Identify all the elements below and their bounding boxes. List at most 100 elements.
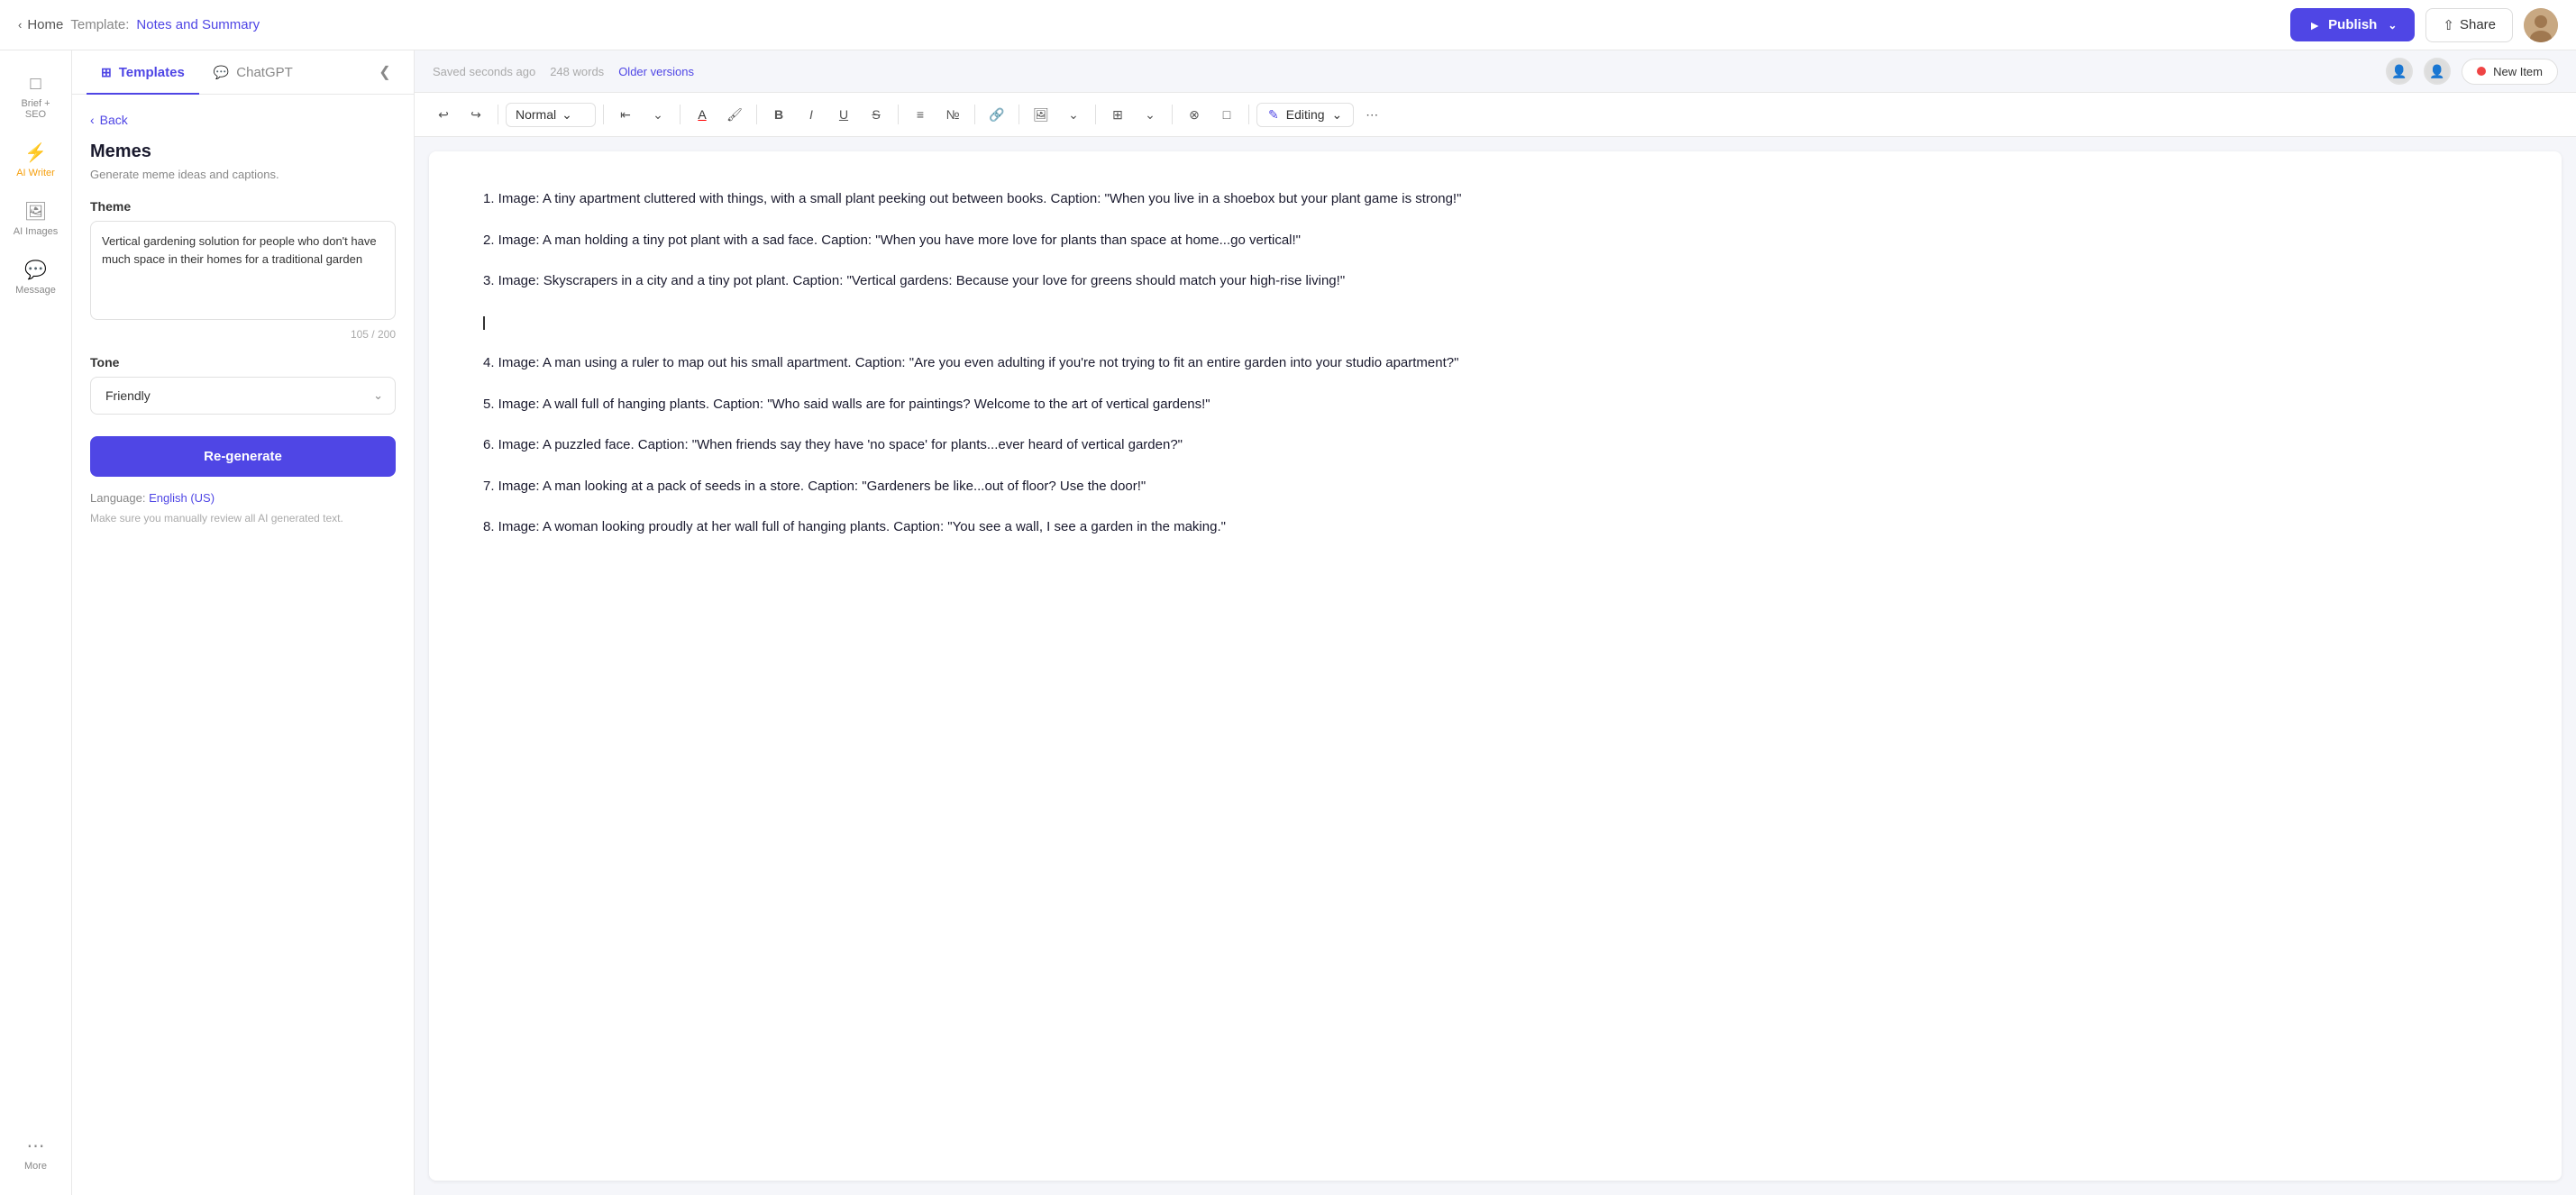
- back-link[interactable]: ‹ Back: [90, 113, 396, 127]
- table-button[interactable]: ⊞: [1103, 100, 1132, 129]
- older-versions-link[interactable]: Older versions: [618, 65, 694, 78]
- italic-button[interactable]: I: [797, 100, 826, 129]
- chatgpt-tab-icon: 💬: [214, 65, 229, 80]
- tone-select[interactable]: Friendly Humorous Professional Casual Sa…: [90, 377, 396, 415]
- top-bar-left: ‹ Home Template: Notes and Summary: [18, 17, 260, 32]
- align-options-button[interactable]: ⌄: [644, 100, 672, 129]
- language-note: Language: English (US): [90, 491, 396, 505]
- toolbar-divider-8: [1095, 105, 1096, 124]
- back-label: Back: [100, 113, 128, 127]
- sidebar-item-message[interactable]: 💬 Message: [5, 250, 68, 305]
- image-button[interactable]: 🖼: [1027, 100, 1055, 129]
- sidebar-item-ai-writer[interactable]: ⚡ AI Writer: [5, 132, 68, 187]
- paragraph-3: 3. Image: Skyscrapers in a city and a ti…: [483, 269, 2507, 293]
- strikethrough-button[interactable]: S: [862, 100, 891, 129]
- publish-button[interactable]: ► Publish ⌄: [2290, 8, 2415, 41]
- sidebar-item-more[interactable]: ⋯ More: [5, 1126, 68, 1181]
- editor-meta: Saved seconds ago 248 words Older versio…: [433, 65, 694, 78]
- style-select[interactable]: Normal ⌄: [506, 103, 596, 127]
- top-bar-right: ► Publish ⌄ ⇧ Share: [2290, 8, 2558, 42]
- toolbar-divider-10: [1248, 105, 1249, 124]
- avatar[interactable]: [2524, 8, 2558, 42]
- editor-area: Saved seconds ago 248 words Older versio…: [415, 50, 2576, 1195]
- paragraph-4: 4. Image: A man using a ruler to map out…: [483, 351, 2507, 375]
- word-count: 248 words: [550, 65, 604, 78]
- panel: ⊞ Templates 💬 ChatGPT ❮ ‹ Back Memes Gen…: [72, 50, 415, 1195]
- more-options-button[interactable]: ⋯: [1357, 100, 1386, 129]
- style-label: Normal: [516, 107, 556, 122]
- sidebar-item-ai-images[interactable]: 🖼 AI Images: [5, 191, 68, 246]
- bold-button[interactable]: B: [764, 100, 793, 129]
- disclaimer: Make sure you manually review all AI gen…: [90, 510, 396, 526]
- copy-button[interactable]: □: [1212, 100, 1241, 129]
- paragraph-2: 2. Image: A man holding a tiny pot plant…: [483, 229, 2507, 252]
- collapse-icon: ❮: [379, 63, 390, 81]
- share-label: Share: [2460, 17, 2496, 32]
- bullet-list-button[interactable]: ≡: [906, 100, 935, 129]
- editing-badge[interactable]: ✎ Editing ⌄: [1256, 103, 1354, 127]
- text-color-button[interactable]: A: [688, 100, 717, 129]
- new-item-button[interactable]: New Item: [2462, 59, 2558, 85]
- align-left-button[interactable]: ⇤: [611, 100, 640, 129]
- special-button[interactable]: ⊗: [1180, 100, 1209, 129]
- numbered-list-button[interactable]: №: [938, 100, 967, 129]
- paragraph-5: 5. Image: A wall full of hanging plants.…: [483, 393, 2507, 416]
- redo-button[interactable]: ↪: [461, 100, 490, 129]
- panel-tabs: ⊞ Templates 💬 ChatGPT ❮: [72, 50, 414, 95]
- collaborator-avatar-1[interactable]: 👤: [2386, 58, 2413, 85]
- person-icon-2: 👤: [2429, 64, 2444, 79]
- sidebar-item-label: Brief + SEO: [10, 98, 62, 120]
- editing-chevron-icon: ⌄: [1332, 107, 1343, 123]
- highlight-button[interactable]: 🖌: [720, 100, 749, 129]
- chevron-left-icon: ‹: [18, 18, 22, 32]
- tone-select-wrapper: Friendly Humorous Professional Casual Sa…: [90, 377, 396, 415]
- style-chevron-icon: ⌄: [562, 107, 572, 123]
- editor-top-bar: Saved seconds ago 248 words Older versio…: [415, 50, 2576, 93]
- link-button[interactable]: 🔗: [982, 100, 1011, 129]
- templates-tab-label: Templates: [119, 65, 185, 80]
- table-options-button[interactable]: ⌄: [1136, 100, 1165, 129]
- tab-templates[interactable]: ⊞ Templates: [87, 50, 199, 95]
- template-name[interactable]: Notes and Summary: [136, 17, 260, 32]
- home-link[interactable]: ‹ Home: [18, 17, 63, 32]
- paragraph-7: 7. Image: A man looking at a pack of see…: [483, 475, 2507, 498]
- theme-input[interactable]: [90, 221, 396, 320]
- sidebar-item-label: Message: [15, 285, 56, 296]
- regenerate-button[interactable]: Re-generate: [90, 436, 396, 477]
- collapse-button[interactable]: ❮: [370, 58, 399, 87]
- publish-chevron-icon: ⌄: [2388, 19, 2397, 32]
- collaborator-avatar-2[interactable]: 👤: [2424, 58, 2451, 85]
- toolbar-divider-9: [1172, 105, 1173, 124]
- paragraph-6: 6. Image: A puzzled face. Caption: "When…: [483, 433, 2507, 457]
- toolbar-divider-4: [756, 105, 757, 124]
- main-layout: □ Brief + SEO ⚡ AI Writer 🖼 AI Images 💬 …: [0, 50, 2576, 1195]
- share-button[interactable]: ⇧ Share: [2425, 8, 2513, 42]
- editor-content[interactable]: 1. Image: A tiny apartment cluttered wit…: [429, 151, 2562, 1181]
- publish-arrow-icon: ►: [2308, 18, 2321, 32]
- templates-tab-icon: ⊞: [101, 65, 112, 80]
- more-icon: ⋯: [27, 1135, 45, 1157]
- regen-label: Re-generate: [204, 449, 282, 464]
- language-link[interactable]: English (US): [149, 491, 215, 505]
- toolbar-divider-6: [974, 105, 975, 124]
- undo-button[interactable]: ↩: [429, 100, 458, 129]
- top-bar: ‹ Home Template: Notes and Summary ► Pub…: [0, 0, 2576, 50]
- share-icon: ⇧: [2443, 17, 2454, 33]
- underline-button[interactable]: U: [829, 100, 858, 129]
- home-label: Home: [27, 17, 63, 32]
- brief-seo-icon: □: [30, 74, 41, 95]
- paragraph-1: 1. Image: A tiny apartment cluttered wit…: [483, 187, 2507, 211]
- image-options-button[interactable]: ⌄: [1059, 100, 1088, 129]
- sidebar-item-brief-seo[interactable]: □ Brief + SEO: [5, 65, 68, 129]
- panel-description: Generate meme ideas and captions.: [90, 168, 396, 181]
- toolbar-divider-2: [603, 105, 604, 124]
- chatgpt-tab-label: ChatGPT: [236, 65, 293, 80]
- publish-label: Publish: [2328, 17, 2377, 32]
- new-item-dot-icon: [2477, 67, 2486, 76]
- toolbar-divider-3: [680, 105, 681, 124]
- toolbar-divider-5: [898, 105, 899, 124]
- sidebar-item-label: More: [24, 1161, 47, 1172]
- ai-images-icon: 🖼: [24, 200, 47, 223]
- person-icon: 👤: [2391, 64, 2407, 79]
- tab-chatgpt[interactable]: 💬 ChatGPT: [199, 50, 307, 95]
